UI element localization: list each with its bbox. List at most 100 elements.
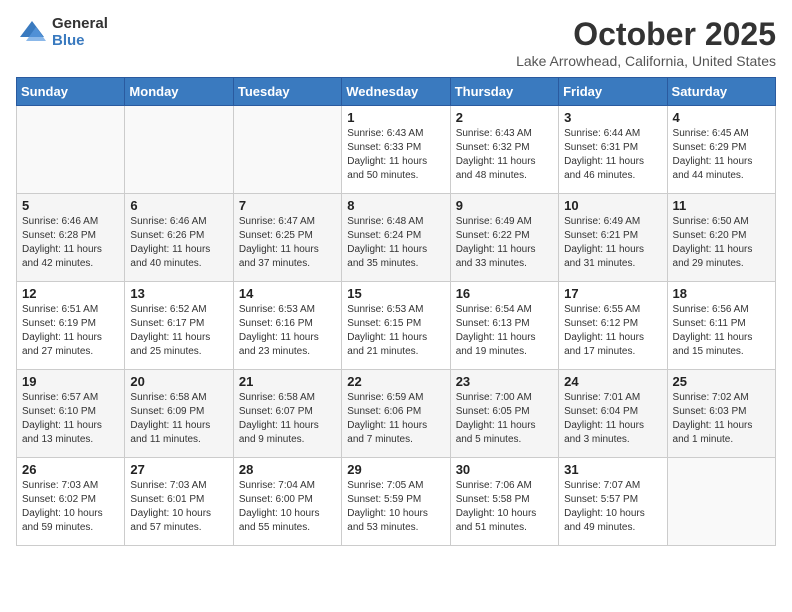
calendar-cell: 17 Sunrise: 6:55 AM Sunset: 6:12 PM Dayli… [559, 282, 667, 370]
day-info: Sunrise: 6:58 AM Sunset: 6:07 PM Dayligh… [239, 391, 336, 447]
day-info: Sunrise: 6:58 AM Sunset: 6:09 PM Dayligh… [130, 391, 227, 447]
calendar-table: SundayMondayTuesdayWednesdayThursdayFrid… [16, 77, 776, 546]
day-number: 16 [456, 286, 553, 301]
calendar-cell: 14Sunrise: 6:53 AM Sunset: 6:16 PM Dayli… [233, 282, 341, 370]
weekday-header-tuesday: Tuesday [233, 78, 341, 106]
calendar-cell: 3 Sunrise: 6:44 AM Sunset: 6:31 PM Daylig… [559, 106, 667, 194]
day-info: Sunrise: 7:02 AM Sunset: 6:03 PM Dayligh… [673, 391, 770, 447]
calendar-week-row: 1 Sunrise: 6:43 AM Sunset: 6:33 PM Daylig… [17, 106, 776, 194]
day-number: 31 [564, 462, 661, 477]
calendar-cell: 8 Sunrise: 6:48 AM Sunset: 6:24 PM Daylig… [342, 194, 450, 282]
day-info: Sunrise: 6:46 AM Sunset: 6:26 PM Dayligh… [130, 215, 227, 271]
page-header: General Blue October 2025 Lake Arrowhead… [16, 16, 776, 69]
day-number: 22 [347, 374, 444, 389]
calendar-cell: 13Sunrise: 6:52 AM Sunset: 6:17 PM Dayli… [125, 282, 233, 370]
calendar-cell: 19Sunrise: 6:57 AM Sunset: 6:10 PM Dayli… [17, 370, 125, 458]
day-info: Sunrise: 6:53 AM Sunset: 6:16 PM Dayligh… [239, 303, 336, 359]
calendar-cell: 20Sunrise: 6:58 AM Sunset: 6:09 PM Dayli… [125, 370, 233, 458]
calendar-cell: 15 Sunrise: 6:53 AM Sunset: 6:15 PM Dayli… [342, 282, 450, 370]
day-number: 1 [347, 110, 444, 125]
day-number: 21 [239, 374, 336, 389]
day-info: Sunrise: 6:55 AM Sunset: 6:12 PM Dayligh… [564, 303, 661, 359]
logo: General Blue [16, 16, 108, 49]
location-text: Lake Arrowhead, California, United State… [516, 53, 776, 69]
calendar-cell: 22 Sunrise: 6:59 AM Sunset: 6:06 PM Dayli… [342, 370, 450, 458]
day-number: 28 [239, 462, 336, 477]
logo-general-text: General [52, 16, 108, 33]
day-info: Sunrise: 6:50 AM Sunset: 6:20 PM Dayligh… [673, 215, 770, 271]
calendar-cell: 28 Sunrise: 7:04 AM Sunset: 6:00 PM Dayli… [233, 458, 341, 546]
day-info: Sunrise: 6:44 AM Sunset: 6:31 PM Dayligh… [564, 127, 661, 183]
day-number: 12 [22, 286, 119, 301]
calendar-week-row: 12 Sunrise: 6:51 AM Sunset: 6:19 PM Dayli… [17, 282, 776, 370]
calendar-week-row: 5Sunrise: 6:46 AM Sunset: 6:28 PM Daylig… [17, 194, 776, 282]
day-number: 7 [239, 198, 336, 213]
day-info: Sunrise: 7:05 AM Sunset: 5:59 PM Dayligh… [347, 479, 444, 535]
day-info: Sunrise: 6:52 AM Sunset: 6:17 PM Dayligh… [130, 303, 227, 359]
day-number: 26 [22, 462, 119, 477]
day-info: Sunrise: 6:47 AM Sunset: 6:25 PM Dayligh… [239, 215, 336, 271]
calendar-cell: 5Sunrise: 6:46 AM Sunset: 6:28 PM Daylig… [17, 194, 125, 282]
weekday-header-sunday: Sunday [17, 78, 125, 106]
day-info: Sunrise: 7:01 AM Sunset: 6:04 PM Dayligh… [564, 391, 661, 447]
day-number: 8 [347, 198, 444, 213]
day-number: 9 [456, 198, 553, 213]
calendar-cell: 4Sunrise: 6:45 AM Sunset: 6:29 PM Daylig… [667, 106, 775, 194]
day-number: 29 [347, 462, 444, 477]
calendar-cell: 7 Sunrise: 6:47 AM Sunset: 6:25 PM Daylig… [233, 194, 341, 282]
title-block: October 2025 Lake Arrowhead, California,… [516, 16, 776, 69]
weekday-header-saturday: Saturday [667, 78, 775, 106]
day-info: Sunrise: 6:46 AM Sunset: 6:28 PM Dayligh… [22, 215, 119, 271]
calendar-cell [17, 106, 125, 194]
day-info: Sunrise: 6:59 AM Sunset: 6:06 PM Dayligh… [347, 391, 444, 447]
day-number: 18 [673, 286, 770, 301]
day-number: 23 [456, 374, 553, 389]
day-info: Sunrise: 6:45 AM Sunset: 6:29 PM Dayligh… [673, 127, 770, 183]
day-number: 17 [564, 286, 661, 301]
day-number: 2 [456, 110, 553, 125]
calendar-cell: 6 Sunrise: 6:46 AM Sunset: 6:26 PM Daylig… [125, 194, 233, 282]
weekday-header-thursday: Thursday [450, 78, 558, 106]
calendar-cell: 10 Sunrise: 6:49 AM Sunset: 6:21 PM Dayli… [559, 194, 667, 282]
weekday-header-row: SundayMondayTuesdayWednesdayThursdayFrid… [17, 78, 776, 106]
day-info: Sunrise: 6:48 AM Sunset: 6:24 PM Dayligh… [347, 215, 444, 271]
calendar-cell: 9 Sunrise: 6:49 AM Sunset: 6:22 PM Daylig… [450, 194, 558, 282]
day-info: Sunrise: 6:43 AM Sunset: 6:33 PM Dayligh… [347, 127, 444, 183]
day-number: 15 [347, 286, 444, 301]
calendar-cell: 16Sunrise: 6:54 AM Sunset: 6:13 PM Dayli… [450, 282, 558, 370]
day-info: Sunrise: 6:51 AM Sunset: 6:19 PM Dayligh… [22, 303, 119, 359]
day-info: Sunrise: 7:04 AM Sunset: 6:00 PM Dayligh… [239, 479, 336, 535]
calendar-cell: 26 Sunrise: 7:03 AM Sunset: 6:02 PM Dayli… [17, 458, 125, 546]
weekday-header-wednesday: Wednesday [342, 78, 450, 106]
day-info: Sunrise: 6:53 AM Sunset: 6:15 PM Dayligh… [347, 303, 444, 359]
calendar-cell: 24 Sunrise: 7:01 AM Sunset: 6:04 PM Dayli… [559, 370, 667, 458]
calendar-week-row: 19Sunrise: 6:57 AM Sunset: 6:10 PM Dayli… [17, 370, 776, 458]
day-info: Sunrise: 6:49 AM Sunset: 6:22 PM Dayligh… [456, 215, 553, 271]
day-info: Sunrise: 7:03 AM Sunset: 6:01 PM Dayligh… [130, 479, 227, 535]
day-number: 3 [564, 110, 661, 125]
calendar-cell [233, 106, 341, 194]
day-info: Sunrise: 7:06 AM Sunset: 5:58 PM Dayligh… [456, 479, 553, 535]
day-number: 25 [673, 374, 770, 389]
calendar-cell: 1 Sunrise: 6:43 AM Sunset: 6:33 PM Daylig… [342, 106, 450, 194]
logo-icon [16, 17, 48, 49]
month-title: October 2025 [516, 16, 776, 53]
calendar-cell: 21 Sunrise: 6:58 AM Sunset: 6:07 PM Dayli… [233, 370, 341, 458]
calendar-cell: 31Sunrise: 7:07 AM Sunset: 5:57 PM Dayli… [559, 458, 667, 546]
calendar-week-row: 26 Sunrise: 7:03 AM Sunset: 6:02 PM Dayli… [17, 458, 776, 546]
weekday-header-monday: Monday [125, 78, 233, 106]
day-info: Sunrise: 6:49 AM Sunset: 6:21 PM Dayligh… [564, 215, 661, 271]
day-info: Sunrise: 6:56 AM Sunset: 6:11 PM Dayligh… [673, 303, 770, 359]
day-info: Sunrise: 7:03 AM Sunset: 6:02 PM Dayligh… [22, 479, 119, 535]
day-number: 6 [130, 198, 227, 213]
day-number: 30 [456, 462, 553, 477]
calendar-cell [667, 458, 775, 546]
day-number: 11 [673, 198, 770, 213]
calendar-cell: 30 Sunrise: 7:06 AM Sunset: 5:58 PM Dayli… [450, 458, 558, 546]
day-number: 10 [564, 198, 661, 213]
calendar-cell: 12 Sunrise: 6:51 AM Sunset: 6:19 PM Dayli… [17, 282, 125, 370]
calendar-cell: 23Sunrise: 7:00 AM Sunset: 6:05 PM Dayli… [450, 370, 558, 458]
weekday-header-friday: Friday [559, 78, 667, 106]
day-info: Sunrise: 6:43 AM Sunset: 6:32 PM Dayligh… [456, 127, 553, 183]
day-number: 24 [564, 374, 661, 389]
